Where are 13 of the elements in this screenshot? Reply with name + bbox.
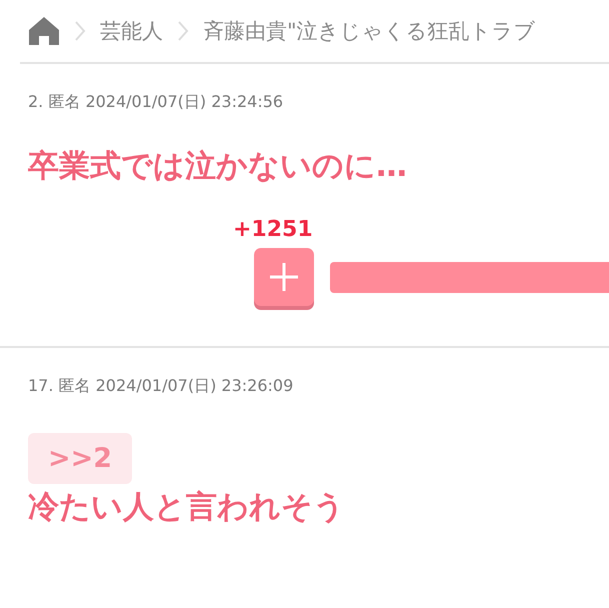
chevron-icon (177, 20, 189, 42)
comment-header: 2. 匿名 2024/01/07(日) 23:24:56 (28, 92, 284, 113)
comment-header: 17. 匿名 2024/01/07(日) 23:26:09 (28, 376, 294, 397)
comment-text: 冷たい人と言われそう (28, 488, 346, 527)
plus-icon (269, 262, 299, 292)
breadcrumb-link[interactable]: 芸能人 (100, 17, 163, 45)
home-icon[interactable] (28, 16, 60, 46)
vote-count: +1251 (233, 217, 314, 242)
breadcrumb-link[interactable]: 斉藤由貴"泣きじゃくる狂乱トラブ (203, 17, 536, 45)
plus-button[interactable] (254, 248, 314, 306)
reply-anchor-link[interactable]: >>2 (28, 433, 132, 484)
comment-text: 卒業式では泣かないのに… (28, 147, 408, 186)
chevron-icon (74, 20, 86, 42)
